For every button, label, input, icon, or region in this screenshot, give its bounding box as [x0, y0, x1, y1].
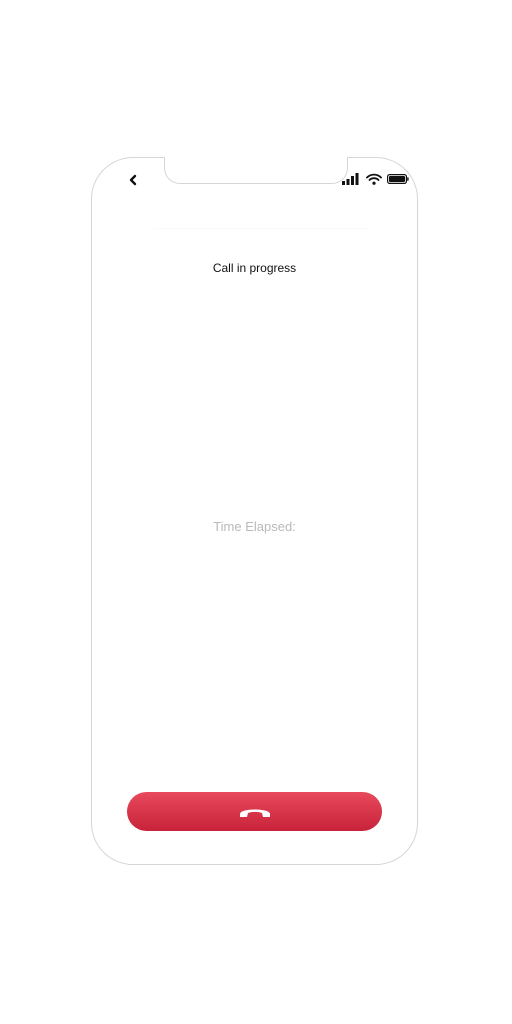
phone-hangup-icon [239, 809, 270, 817]
battery-icon [387, 174, 409, 184]
phone-notch [164, 157, 348, 184]
chevron-left-icon [129, 174, 137, 186]
phone-frame: Call in progress Time Elapsed: [91, 156, 418, 865]
wifi-icon [366, 173, 382, 185]
time-elapsed-label: Time Elapsed: [213, 519, 296, 534]
page-title: Call in progress [212, 261, 297, 275]
cellular-signal-icon [342, 173, 359, 185]
end-call-button[interactable] [127, 792, 382, 831]
status-bar-icons [342, 172, 409, 186]
back-button[interactable] [126, 172, 140, 188]
header-divider [154, 228, 368, 229]
